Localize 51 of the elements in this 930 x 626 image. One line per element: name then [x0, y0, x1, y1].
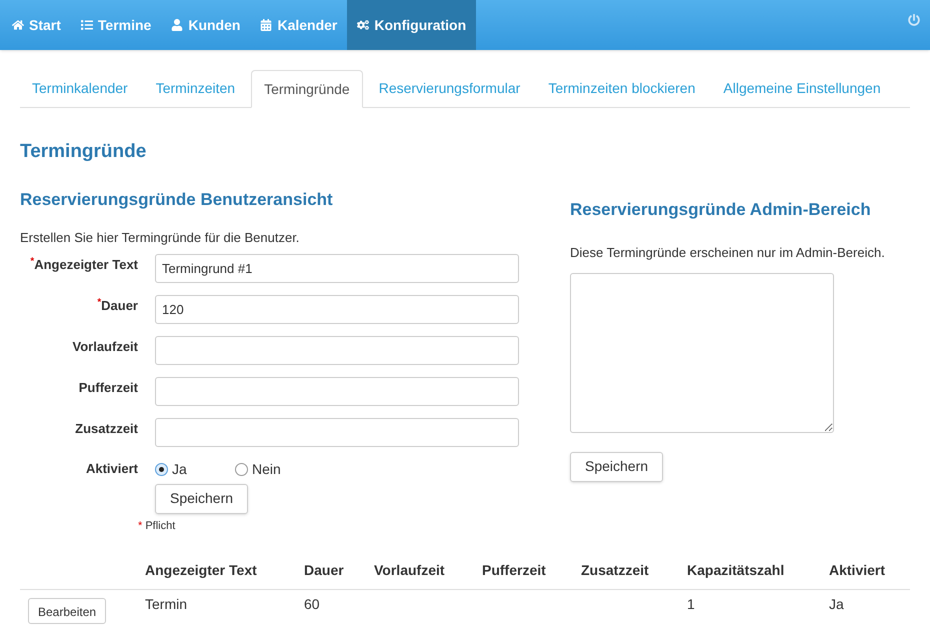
- column-header: Aktiviert: [829, 561, 886, 580]
- nav-item[interactable]: Konfiguration: [347, 0, 476, 50]
- field-label: Pufferzeit: [78, 379, 138, 398]
- radio-option[interactable]: Ja: [155, 458, 207, 480]
- field-label: Vorlaufzeit: [72, 338, 138, 356]
- tab[interactable]: Allgemeine Einstellungen: [711, 70, 893, 107]
- nav-item[interactable]: Termine: [70, 0, 162, 50]
- save-button[interactable]: Speichern: [570, 452, 664, 482]
- list-icon: [80, 19, 93, 31]
- column-header: Dauer: [304, 561, 345, 580]
- input-field[interactable]: [155, 418, 519, 446]
- table-cell: Termin: [145, 596, 188, 612]
- calendar-icon: [260, 19, 272, 31]
- column-header: Kapazitätszahl: [687, 561, 786, 580]
- input-field[interactable]: [155, 376, 519, 406]
- column-header: Vorlaufzeit: [374, 561, 446, 580]
- save-button[interactable]: Speichern: [155, 484, 248, 514]
- user-icon: [171, 19, 184, 31]
- required-note: * Pflicht: [138, 518, 176, 534]
- section-description: Erstellen Sie hier Termingründe für die Benutzer.: [20, 229, 300, 247]
- column-header: Pufferzeit: [482, 561, 547, 580]
- tab[interactable]: Terminzeiten: [144, 70, 248, 107]
- section-title: Reservierungsgründe Admin-Bereich: [570, 198, 872, 221]
- input-field[interactable]: [155, 336, 519, 364]
- table-cell: Ja: [829, 596, 844, 612]
- text-area[interactable]: [570, 272, 834, 432]
- gears-icon: [357, 19, 370, 31]
- home-icon: [12, 19, 24, 31]
- radio-option[interactable]: Nein: [235, 458, 287, 480]
- section-description: Diese Termingründe erscheinen nur im Admin-Bereich.: [570, 244, 885, 262]
- field-label: $^{*}$Dauer: [96, 296, 138, 316]
- input-field[interactable]: 120: [155, 294, 519, 324]
- tab[interactable]: Reservierungsformular: [366, 70, 532, 107]
- field-label: Aktiviert: [84, 460, 138, 478]
- tab[interactable]: Terminzeiten blockieren: [536, 70, 708, 107]
- nav-item[interactable]: Kalender: [250, 0, 348, 50]
- field-label: $^{*}$Angezeigter Text: [29, 255, 138, 274]
- tab[interactable]: Termingründe: [251, 70, 363, 108]
- table-cell: 60: [304, 596, 320, 612]
- section-title: Reservierungsgründe Benutzeransicht: [20, 188, 334, 211]
- nav-item[interactable]: Kunden: [161, 0, 250, 50]
- tab[interactable]: Terminkalender: [20, 70, 140, 107]
- nav-item[interactable]: Start: [2, 0, 71, 50]
- field-label: Zusatzzeit: [74, 420, 138, 438]
- power-icon[interactable]: [908, 14, 920, 26]
- input-field[interactable]: Termingrund #1: [155, 254, 519, 282]
- table-cell: 1: [687, 596, 695, 612]
- edit-button[interactable]: Bearbeiten: [28, 598, 106, 624]
- column-header: Angezeigter Text: [145, 561, 258, 580]
- page-title: Termingründe: [20, 140, 148, 164]
- column-header: Zusatzzeit: [581, 561, 650, 580]
